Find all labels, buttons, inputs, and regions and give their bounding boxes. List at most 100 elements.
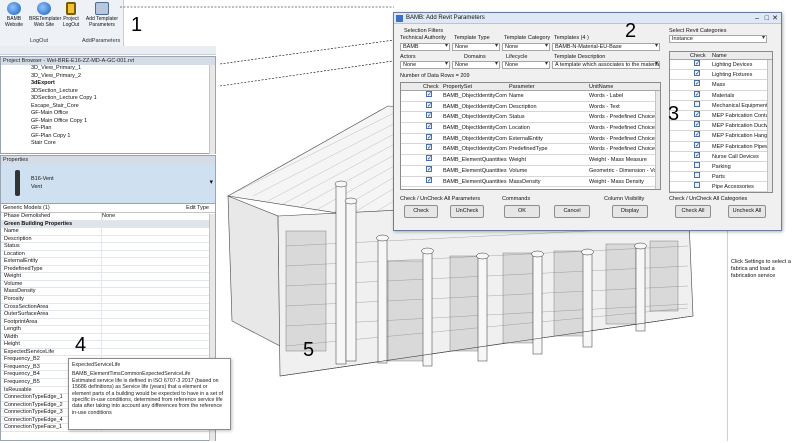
property-value[interactable] [101,273,205,281]
property-value[interactable]: None [101,213,205,220]
tree-item[interactable]: GF-Plan Copy 1 [1,133,215,141]
category-row[interactable]: MEP Fabrication Hangers [670,131,772,142]
tree-item[interactable]: GF-Plan [1,125,215,133]
col-propertyset[interactable]: PropertySet [443,83,472,91]
category-checkbox[interactable] [694,182,700,189]
property-row[interactable]: Height [1,341,215,349]
property-row[interactable]: Length [1,326,215,334]
property-row[interactable]: MassDensity [1,288,215,297]
property-row[interactable]: Width [1,333,215,342]
row-checkbox[interactable] [426,176,432,183]
technical-authority-select[interactable]: BAMB [400,43,450,51]
category-row[interactable]: Nurse Call Devices [670,151,772,162]
property-value[interactable] [101,243,205,251]
display-button[interactable]: Display [612,205,648,218]
actors-select[interactable]: None [400,61,450,69]
table-row[interactable]: BAMB_ObjectIdentityCommonPredefinedType W… [401,144,660,156]
property-value[interactable] [101,348,205,356]
cat-col-name[interactable]: Name [712,52,727,60]
property-row[interactable]: Name [1,228,215,236]
tree-item[interactable]: 3D_View_Primary_1 [1,65,215,73]
property-row[interactable]: FootprintArea [1,318,215,327]
property-value[interactable] [101,326,205,334]
parameters-scrollbar[interactable] [655,91,660,189]
domains-select[interactable]: None [452,61,500,69]
bretemplater-website-button[interactable]: BRETemplater Web Site [29,2,61,28]
category-checkbox[interactable] [694,70,700,77]
template-description-field[interactable]: A template which associates to the mater… [552,61,660,69]
property-value[interactable] [101,265,205,273]
property-row[interactable]: Status [1,243,215,251]
project-browser-scrollbar[interactable] [209,65,215,154]
property-value[interactable] [101,341,205,349]
property-row[interactable]: ExternalEntity [1,258,215,266]
tree-item[interactable]: 3D_View_Primary_2 [1,73,215,81]
col-parameter[interactable]: Parameter [509,83,535,91]
template-type-select[interactable]: None [452,43,500,51]
uncheck-button[interactable]: UnCheck [450,205,484,218]
bamb-website-button[interactable]: BAMB Website [3,2,25,28]
check-all-button[interactable]: Check All [675,205,711,218]
project-logout-button[interactable]: Project LogOut [60,2,82,28]
table-row[interactable]: BAMB_ObjectIdentityCommonLocation Words -… [401,123,660,134]
category-checkbox[interactable] [694,100,700,107]
row-checkbox[interactable] [426,101,432,108]
property-value[interactable] [101,303,205,311]
property-row[interactable]: Weight [1,273,215,281]
uncheck-all-button[interactable]: Uncheck All [728,205,766,218]
tree-item[interactable]: Stair Core [1,140,215,148]
category-row[interactable]: Parking [670,161,772,173]
category-selector[interactable]: Generic Models (1) [3,205,50,211]
property-value[interactable] [101,250,205,258]
table-row[interactable]: BAMB_ElementQuantitiesVolume Geometric - … [401,165,660,177]
property-row[interactable]: Volume [1,280,215,289]
type-selector[interactable]: B16-Vent Vent ▾ [1,164,215,204]
edit-type-button[interactable]: Edit Type [186,204,209,213]
row-checkbox[interactable] [426,144,432,151]
ok-button[interactable]: OK [504,205,540,218]
tree-item[interactable]: 3DSection_Lecture Copy 1 [1,95,215,103]
category-row[interactable]: Pipe Accessories [670,182,772,192]
category-checkbox[interactable] [694,131,700,138]
category-row[interactable]: Materials [670,90,772,101]
row-checkbox[interactable] [426,165,432,172]
property-value[interactable] [101,333,205,341]
category-row[interactable]: MEP Fabrication Ductwork [670,121,772,132]
row-checkbox[interactable] [426,123,432,130]
property-value[interactable] [101,280,205,288]
category-checkbox[interactable] [694,151,700,158]
property-value[interactable] [101,235,205,243]
tree-item[interactable]: 3dExport [1,80,215,88]
categories-scrollbar[interactable] [767,60,772,192]
row-checkbox[interactable] [426,155,432,162]
tree-item[interactable]: Escape_Stair_Core [1,103,215,111]
category-row[interactable]: Parts [670,172,772,183]
category-checkbox[interactable] [694,90,700,97]
lifecycle-select[interactable]: None [502,61,550,69]
row-checkbox[interactable] [426,91,432,97]
table-row[interactable]: BAMB_ElementQuantitiesWeight Weight - Mas… [401,155,660,166]
tree-item[interactable]: GF-Main Office Copy 1 [1,118,215,126]
tree-item[interactable]: 3DSection_Lecture [1,88,215,96]
table-row[interactable]: BAMB_ObjectIdentityCommonExternalEntity W… [401,133,660,145]
category-checkbox[interactable] [694,60,700,66]
property-row[interactable]: ExpectedServiceLife [1,348,215,357]
category-checkbox[interactable] [694,161,700,168]
category-checkbox[interactable] [694,172,700,179]
categories-type-select[interactable]: Instance [669,35,767,43]
property-value[interactable] [101,311,205,319]
property-row[interactable]: Description [1,235,215,244]
category-checkbox[interactable] [694,80,700,87]
property-value[interactable] [101,296,205,304]
table-row[interactable]: BAMB_ObjectIdentityCommonName Words - Lab… [401,91,660,102]
property-row[interactable]: Porosity [1,296,215,304]
col-unitname[interactable]: UnitName [589,83,613,91]
property-value[interactable] [101,258,205,266]
category-row[interactable]: Lighting Fixtures [670,70,772,81]
check-button[interactable]: Check [404,205,438,218]
cat-col-check[interactable]: Check [690,52,706,60]
col-check[interactable]: Check [423,83,439,91]
add-templater-parameters-button[interactable]: Add Templater Parameters [84,2,120,28]
maximize-icon[interactable]: □ [765,13,769,24]
property-row[interactable]: CrossSectionArea [1,303,215,312]
